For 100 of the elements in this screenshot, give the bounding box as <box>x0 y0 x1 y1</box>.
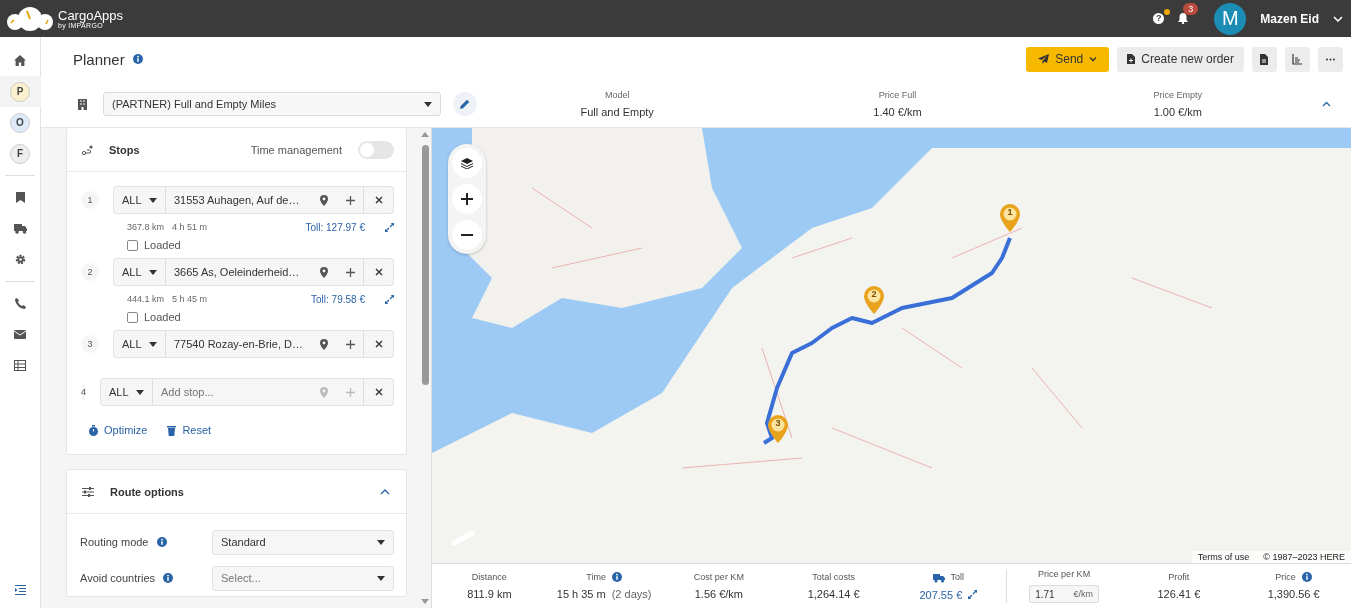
layers-button[interactable] <box>452 148 482 178</box>
caret-down-icon <box>149 269 157 275</box>
reset-link[interactable]: Reset <box>167 424 212 436</box>
create-order-button[interactable]: Create new order <box>1117 46 1244 72</box>
caret-down-icon <box>149 341 157 347</box>
sidebar-item[interactable]: P <box>10 81 30 102</box>
leg-duration: 5 h 45 m <box>172 294 208 304</box>
plus-icon <box>345 339 355 349</box>
expand-icon[interactable] <box>968 590 978 599</box>
indent-icon[interactable] <box>14 585 26 595</box>
checkbox-label: Loaded <box>144 239 181 251</box>
sidebar-item[interactable]: F <box>10 143 30 164</box>
info-icon[interactable] <box>156 537 167 547</box>
page-title: Planner <box>73 50 125 68</box>
stat-label: Distance <box>471 572 507 582</box>
field-label: Avoid countries <box>80 572 155 584</box>
document-icon <box>1259 53 1270 65</box>
model-label: Price Full <box>878 90 917 100</box>
stat-value: 1.56 €/km <box>694 588 744 600</box>
stat-label: Profit <box>1168 572 1190 582</box>
toll-link[interactable]: Toll: 127.97 € <box>305 221 365 233</box>
info-icon[interactable] <box>1301 572 1312 582</box>
zoom-in-button[interactable] <box>452 184 482 214</box>
scrollbar-thumb[interactable] <box>421 145 429 385</box>
scroll-up-icon[interactable] <box>421 132 429 137</box>
sliders-icon <box>82 486 94 497</box>
user-name[interactable]: Mazen Eid <box>1260 11 1319 26</box>
marker-pin-icon <box>864 286 884 314</box>
map-marker[interactable]: 3 <box>768 415 788 443</box>
bell-icon[interactable] <box>1178 13 1189 24</box>
map[interactable]: 1 2 3 Terms of use © 1987–2023 HERE <box>432 128 1351 563</box>
pencil-icon <box>460 99 470 109</box>
stop-field[interactable]: ALL Add stop... <box>100 378 394 406</box>
mode-select[interactable]: ALL <box>114 259 166 285</box>
address-field[interactable]: 3665 As, Oeleinderheid… <box>166 266 311 278</box>
stat-value[interactable]: 207.55 € <box>919 588 963 601</box>
stat-label: Toll <box>950 572 965 582</box>
model-label: Model <box>604 90 630 100</box>
expand-icon[interactable] <box>385 222 394 232</box>
scroll-down-icon[interactable] <box>421 599 429 604</box>
select-field[interactable]: Select... <box>212 565 394 591</box>
chevron-up-icon <box>380 488 390 495</box>
map-pin-icon <box>320 266 328 278</box>
field-label: Routing mode <box>80 536 149 548</box>
address-field[interactable]: 77540 Rozay-en-Brie, D… <box>166 338 311 350</box>
stop-field[interactable]: ALL 3665 As, Oeleinderheid… <box>113 258 394 286</box>
info-icon[interactable] <box>611 572 622 582</box>
profile-select[interactable]: (PARTNER) Full and Empty Miles <box>103 92 441 116</box>
chevron-down-icon[interactable] <box>1333 15 1343 22</box>
marker-number: 1 <box>1006 207 1014 217</box>
paper-plane-icon <box>1038 54 1050 64</box>
stat-value: 1,264.14 € <box>807 588 860 600</box>
terms-link[interactable]: Terms of use <box>1197 552 1250 562</box>
layers-icon <box>461 157 473 169</box>
map-marker[interactable]: 2 <box>864 286 884 314</box>
model-value: 1.40 €/km <box>873 106 922 118</box>
loaded-checkbox[interactable] <box>127 311 138 323</box>
bar-chart-icon <box>1292 53 1303 65</box>
stat-label: Cost per KM <box>693 572 744 582</box>
mode-select[interactable]: ALL <box>114 331 166 357</box>
address-field[interactable]: 31553 Auhagen, Auf de… <box>166 194 311 206</box>
loaded-checkbox[interactable] <box>127 239 138 251</box>
info-icon[interactable] <box>163 573 173 583</box>
edit-button[interactable] <box>453 92 477 116</box>
mode-select[interactable]: ALL <box>114 187 166 213</box>
stat-label: Time <box>586 572 606 582</box>
send-button[interactable]: Send <box>1026 46 1110 72</box>
help-icon[interactable]: ? <box>1153 13 1165 24</box>
stop-field[interactable]: ALL 31553 Auhagen, Auf de… <box>113 186 394 214</box>
stop-field[interactable]: ALL 77540 Rozay-en-Brie, D… <box>113 330 394 358</box>
caret-down-icon <box>377 575 385 581</box>
zoom-out-button[interactable] <box>452 220 482 250</box>
map-pin-icon <box>320 194 328 206</box>
document-plus-icon <box>1127 54 1136 64</box>
sidebar-item[interactable]: O <box>10 112 30 133</box>
section-title: Stops <box>109 143 141 156</box>
user-avatar[interactable]: M <box>1214 2 1247 35</box>
stat-value: 1,390.56 € <box>1267 588 1320 600</box>
price-input[interactable]: 1.71 €/km <box>1029 585 1100 603</box>
stat-label: Total costs <box>812 572 855 582</box>
stat-value: 811.9 km <box>467 588 512 600</box>
optimize-link[interactable]: Optimize <box>89 424 148 436</box>
info-icon[interactable] <box>132 54 143 64</box>
stat-note: (2 days) <box>611 588 652 600</box>
leg-distance: 367.8 km <box>127 222 165 232</box>
caret-down-icon <box>424 101 432 107</box>
model-label: Price Empty <box>1153 90 1203 100</box>
stop-number: 2 <box>81 263 99 281</box>
time-management-toggle[interactable] <box>358 140 394 159</box>
map-marker[interactable]: 1 <box>1000 204 1020 232</box>
caret-down-icon <box>149 197 157 203</box>
bar-chart-button[interactable] <box>1285 46 1310 72</box>
stat-label: Price per KM <box>1038 569 1091 579</box>
checkbox-label: Loaded <box>144 311 181 323</box>
expand-icon[interactable] <box>385 294 394 304</box>
document-button[interactable] <box>1252 46 1277 72</box>
toll-link[interactable]: Toll: 79.58 € <box>311 293 365 305</box>
stat-value: 126.41 € <box>1157 588 1201 600</box>
building-icon <box>78 98 87 110</box>
select-field[interactable]: Standard <box>212 529 394 555</box>
